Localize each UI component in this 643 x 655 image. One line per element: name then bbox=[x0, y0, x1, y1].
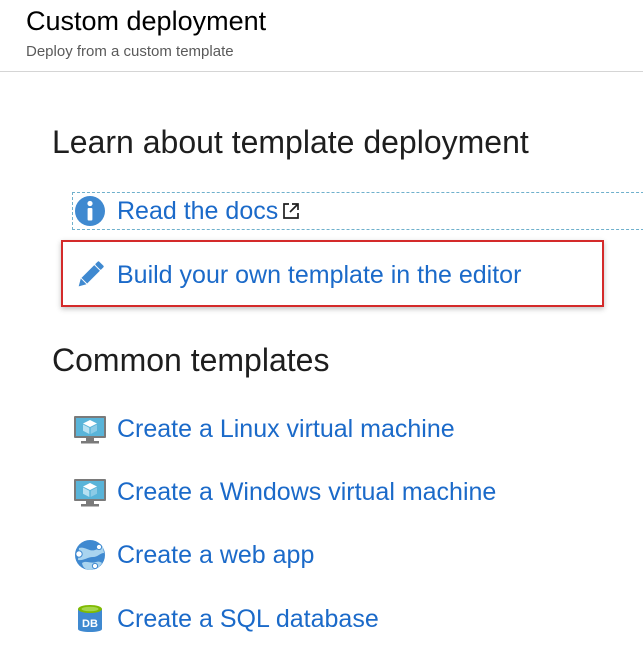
info-icon bbox=[72, 193, 108, 229]
sql-icon-text: DB bbox=[82, 618, 98, 630]
blade-header: Custom deployment Deploy from a custom t… bbox=[0, 0, 643, 72]
read-the-docs-label: Read the docs bbox=[117, 196, 279, 225]
custom-deployment-page: Custom deployment Deploy from a custom t… bbox=[0, 0, 643, 655]
virtual-machine-icon bbox=[72, 411, 108, 447]
sql-database-label: Create a SQL database bbox=[117, 604, 379, 633]
sql-database-icon: DB bbox=[72, 601, 108, 637]
sql-database-link[interactable]: DB Create a SQL database bbox=[72, 599, 379, 639]
read-the-docs-link[interactable]: Read the docs bbox=[72, 191, 301, 231]
windows-vm-link[interactable]: Create a Windows virtual machine bbox=[72, 472, 496, 512]
linux-vm-link[interactable]: Create a Linux virtual machine bbox=[72, 409, 455, 449]
build-template-link[interactable]: Build your own template in the editor bbox=[72, 255, 521, 295]
web-app-icon bbox=[72, 537, 108, 573]
virtual-machine-icon bbox=[72, 474, 108, 510]
windows-vm-label: Create a Windows virtual machine bbox=[117, 477, 497, 506]
page-subtitle: Deploy from a custom template bbox=[26, 43, 234, 60]
build-template-label: Build your own template in the editor bbox=[117, 260, 522, 289]
pencil-icon bbox=[72, 257, 108, 293]
linux-vm-label: Create a Linux virtual machine bbox=[117, 414, 455, 443]
learn-section-title: Learn about template deployment bbox=[52, 124, 529, 160]
common-section-title: Common templates bbox=[52, 342, 330, 378]
external-link-icon bbox=[281, 201, 301, 221]
web-app-link[interactable]: Create a web app bbox=[72, 535, 314, 575]
web-app-label: Create a web app bbox=[117, 540, 315, 569]
page-title: Custom deployment bbox=[26, 6, 267, 36]
